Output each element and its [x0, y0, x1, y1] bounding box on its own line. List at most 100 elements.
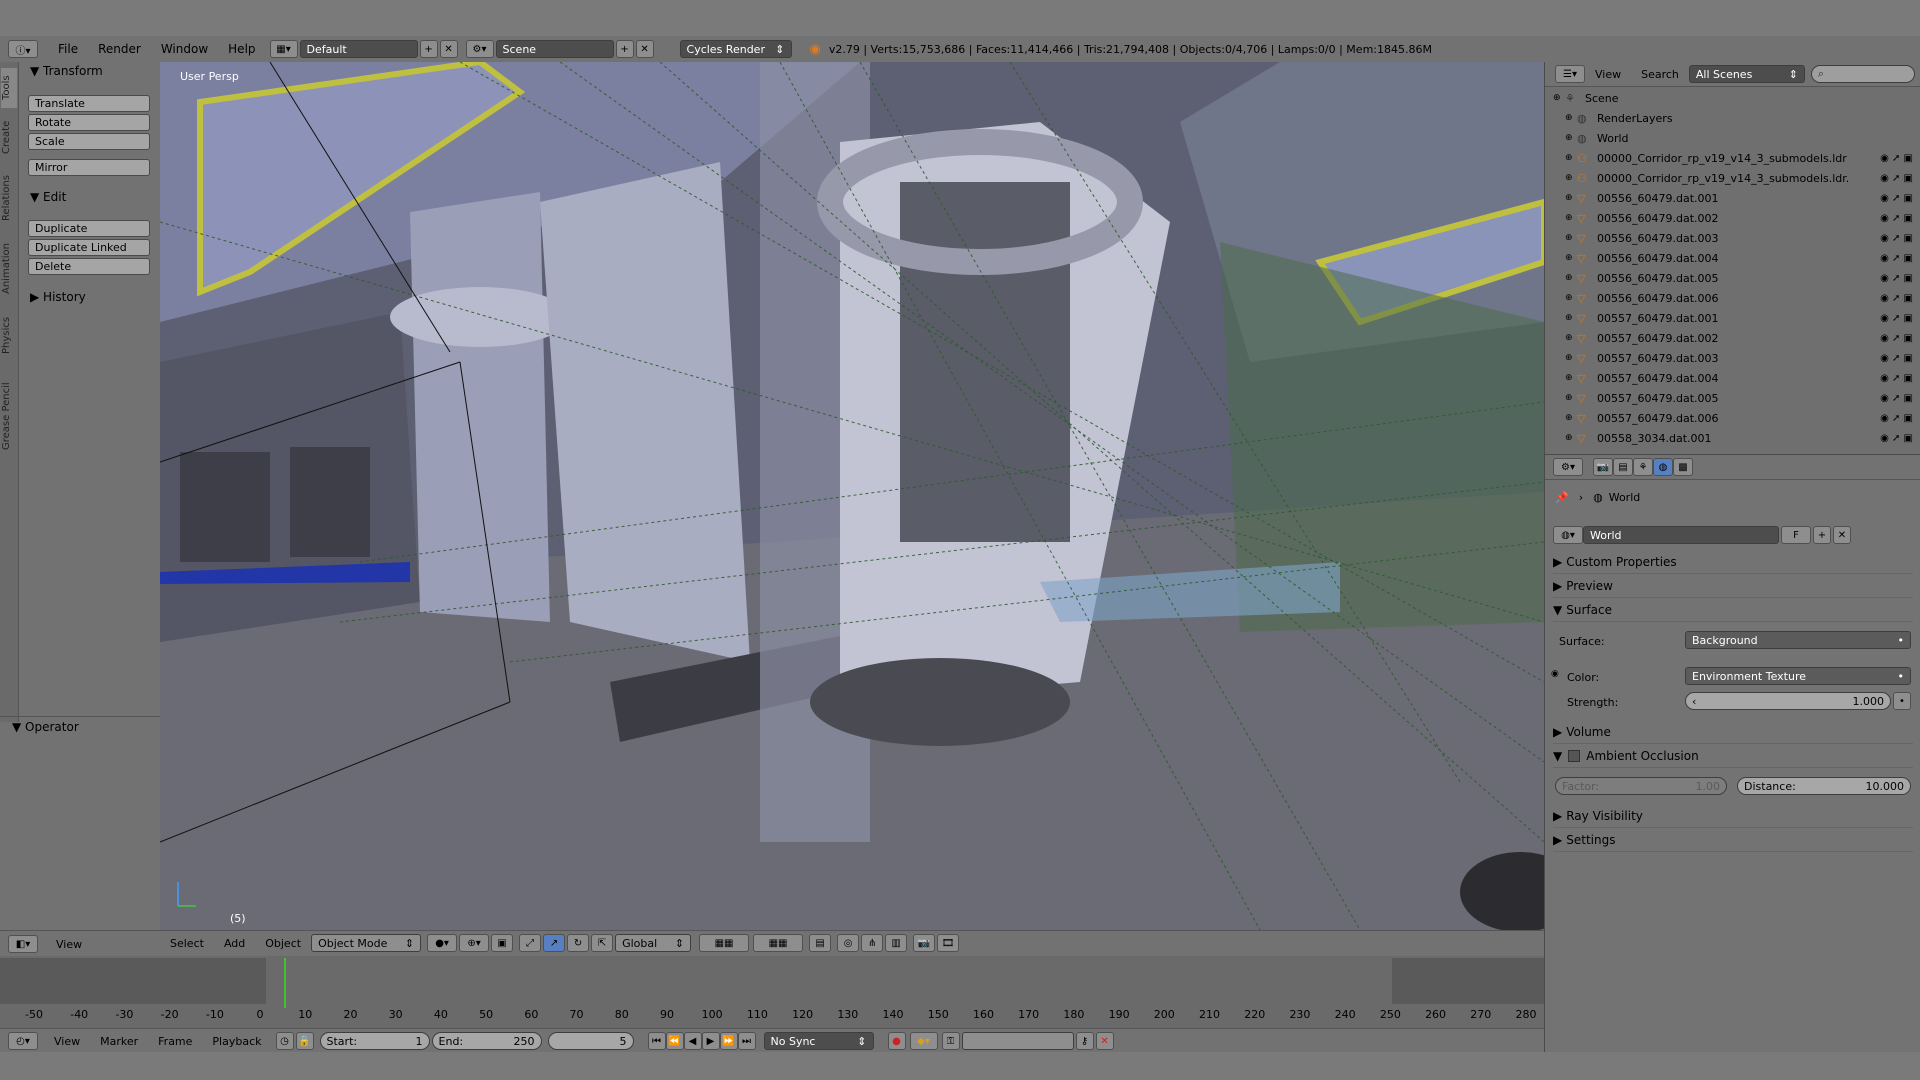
ambient-occlusion-panel[interactable]: ▼ Ambient Occlusion — [1553, 745, 1913, 768]
expand-toggle-icon[interactable]: ⊕ — [1565, 173, 1577, 183]
expand-toggle-icon[interactable]: ⊕ — [1565, 313, 1577, 323]
layers-tab-icon[interactable]: ▤ — [1613, 458, 1633, 476]
expand-toggle-icon[interactable]: ⊕ — [1565, 153, 1577, 163]
tab-grease-pencil[interactable]: Grease Pencil — [1, 368, 17, 464]
visibility-toggles-icon[interactable]: ◉ ➚ ▣ — [1857, 313, 1913, 324]
snap-element-icon[interactable]: ▥ — [885, 934, 908, 952]
current-frame-cursor[interactable] — [284, 958, 286, 1008]
mirror-button[interactable]: Mirror — [28, 159, 150, 176]
rotate-button[interactable]: Rotate — [28, 114, 150, 131]
translate-manipulator-icon[interactable]: ↗ — [543, 934, 566, 952]
transform-panel-header[interactable]: ▼ Transform — [30, 64, 103, 78]
outliner-row[interactable]: ⊕ ◍ World — [1545, 128, 1920, 148]
outliner-row[interactable]: ⊕ ▽ 00556_60479.dat.001 ◉ ➚ ▣ — [1545, 188, 1920, 208]
outliner-row[interactable]: ⊕ ▽ 00556_60479.dat.002 ◉ ➚ ▣ — [1545, 208, 1920, 228]
manipulator-toggle-icon[interactable]: ⤢ — [519, 934, 542, 952]
add-layout-icon[interactable]: + — [419, 40, 438, 58]
layers-grid-2-icon[interactable]: ▦▦ — [753, 934, 804, 952]
expand-toggle-icon[interactable]: ⊕ — [1565, 353, 1577, 363]
timeline-menu-frame[interactable]: Frame — [148, 1035, 202, 1048]
record-icon[interactable]: ● — [887, 1032, 906, 1050]
visibility-toggles-icon[interactable]: ◉ ➚ ▣ — [1857, 153, 1913, 164]
3d-viewport[interactable]: User Persp (5) — [160, 62, 1544, 930]
delete-keyframe-icon[interactable]: ✕ — [1095, 1032, 1114, 1050]
jump-end-icon[interactable]: ⏭ — [737, 1032, 756, 1050]
volume-panel[interactable]: ▶ Volume — [1553, 721, 1913, 744]
prev-keyframe-icon[interactable]: ⏪ — [665, 1032, 684, 1050]
expand-toggle-icon[interactable]: ⊕ — [1553, 93, 1565, 103]
expand-toggle-icon[interactable]: ⊕ — [1565, 273, 1577, 283]
ray-visibility-panel[interactable]: ▶ Ray Visibility — [1553, 805, 1913, 828]
layers-grid-1-icon[interactable]: ▦▦ — [699, 934, 750, 952]
outliner-display-select[interactable]: All Scenes ⇕ — [1688, 65, 1805, 83]
expand-toggle-icon[interactable]: ⊕ — [1565, 373, 1577, 383]
texture-tab-icon[interactable]: ▩ — [1673, 458, 1693, 476]
next-keyframe-icon[interactable]: ⏩ — [719, 1032, 738, 1050]
tab-tools[interactable]: Tools — [1, 68, 17, 108]
ambient-occlusion-checkbox[interactable] — [1568, 750, 1581, 762]
object-mode-select[interactable]: Object Mode ⇕ — [311, 934, 422, 952]
menu-window[interactable]: Window — [151, 42, 218, 56]
visibility-toggles-icon[interactable]: ◉ ➚ ▣ — [1857, 353, 1913, 364]
translate-button[interactable]: Translate — [28, 95, 150, 112]
outliner-row[interactable]: ⊕ ⚘ Scene — [1545, 88, 1920, 108]
preview-panel[interactable]: ▶ Preview — [1553, 575, 1913, 598]
expand-toggle-icon[interactable]: ⊕ — [1565, 133, 1577, 143]
keying-set-field[interactable] — [961, 1032, 1074, 1050]
outliner-menu-view[interactable]: View — [1585, 68, 1631, 81]
expand-toggle-icon[interactable]: ⊕ — [1565, 333, 1577, 343]
expand-toggle-icon[interactable]: ⊕ — [1565, 233, 1577, 243]
ao-distance-field[interactable]: Distance: 10.000 — [1737, 777, 1911, 795]
preview-range-icon[interactable]: ◷ — [275, 1032, 294, 1050]
visibility-toggles-icon[interactable]: ◉ ➚ ▣ — [1857, 393, 1913, 404]
custom-properties-panel[interactable]: ▶ Custom Properties — [1553, 551, 1913, 574]
timeline-menu-marker[interactable]: Marker — [90, 1035, 148, 1048]
expand-toggle-icon[interactable]: ⊕ — [1565, 393, 1577, 403]
opengl-animation-icon[interactable]: 🎞 — [937, 934, 960, 952]
ao-factor-field[interactable]: Factor: 1.00 — [1555, 777, 1727, 795]
outliner-row[interactable]: ⊕ ▽ 00556_60479.dat.004 ◉ ➚ ▣ — [1545, 248, 1920, 268]
layout-select[interactable]: Default — [299, 40, 418, 58]
visibility-toggles-icon[interactable]: ◉ ➚ ▣ — [1857, 273, 1913, 284]
expand-toggle-icon[interactable]: ⊕ — [1565, 413, 1577, 423]
snap-toggle-icon[interactable]: ⋔ — [861, 934, 884, 952]
surface-panel[interactable]: ▼ Surface — [1553, 599, 1913, 622]
scale-button[interactable]: Scale — [28, 133, 150, 150]
end-frame-field[interactable]: End: 250 — [431, 1032, 542, 1050]
duplicate-linked-button[interactable]: Duplicate Linked — [28, 239, 150, 256]
world-name-field[interactable]: World — [1583, 526, 1779, 544]
opengl-render-icon[interactable]: 📷 — [913, 934, 936, 952]
timeline-area[interactable]: -50 -40 -30 -20 -10 0 10 20 30 40 50 60 70 80 90 100 110… — [0, 956, 1544, 1028]
play-reverse-icon[interactable]: ◀ — [683, 1032, 702, 1050]
add-world-icon[interactable]: + — [1813, 526, 1831, 544]
timeline-menu-playback[interactable]: Playback — [202, 1035, 271, 1048]
menu-render[interactable]: Render — [88, 42, 151, 56]
keying-icon[interactable]: ⚿ — [941, 1032, 960, 1050]
viewport-menu-add[interactable]: Add — [214, 937, 255, 950]
visibility-toggles-icon[interactable]: ◉ ➚ ▣ — [1857, 413, 1913, 424]
info-editor-type-icon[interactable]: ⓘ▾ — [8, 40, 38, 58]
outliner-row[interactable]: ⊕ ▽ 00557_60479.dat.002 ◉ ➚ ▣ — [1545, 328, 1920, 348]
tab-relations[interactable]: Relations — [1, 166, 17, 230]
outliner-row[interactable]: ⊕ ▽ 00557_60479.dat.006 ◉ ➚ ▣ — [1545, 408, 1920, 428]
delete-button[interactable]: Delete — [28, 258, 150, 275]
settings-panel[interactable]: ▶ Settings — [1553, 829, 1913, 852]
current-frame-field[interactable]: 5 — [547, 1032, 634, 1050]
visibility-toggles-icon[interactable]: ◉ ➚ ▣ — [1857, 173, 1913, 184]
outliner-menu-search[interactable]: Search — [1631, 68, 1689, 81]
layout-grid-icon[interactable]: ▦▾ — [269, 40, 298, 58]
menu-help[interactable]: Help — [218, 42, 265, 56]
outliner-row[interactable]: ⊕ ⚇ 00000_Corridor_rp_v19_v14_3_submodels.… — [1545, 168, 1920, 188]
visibility-toggles-icon[interactable]: ◉ ➚ ▣ — [1857, 333, 1913, 344]
viewport-menu-select[interactable]: Select — [160, 937, 214, 950]
expand-toggle-icon[interactable]: ⊕ — [1565, 213, 1577, 223]
visibility-toggles-icon[interactable]: ◉ ➚ ▣ — [1857, 193, 1913, 204]
shading-mode-icon[interactable]: ●▾ — [427, 934, 458, 952]
outliner-row[interactable]: ⊕ ▽ 00556_60479.dat.006 ◉ ➚ ▣ — [1545, 288, 1920, 308]
remove-scene-icon[interactable]: ✕ — [635, 40, 654, 58]
scene-select[interactable]: Scene — [495, 40, 614, 58]
scale-manipulator-icon[interactable]: ⇱ — [591, 934, 614, 952]
visibility-toggles-icon[interactable]: ◉ ➚ ▣ — [1857, 433, 1913, 444]
edit-panel-header[interactable]: ▼ Edit — [30, 190, 66, 204]
expand-toggle-icon[interactable]: ⊕ — [1565, 253, 1577, 263]
